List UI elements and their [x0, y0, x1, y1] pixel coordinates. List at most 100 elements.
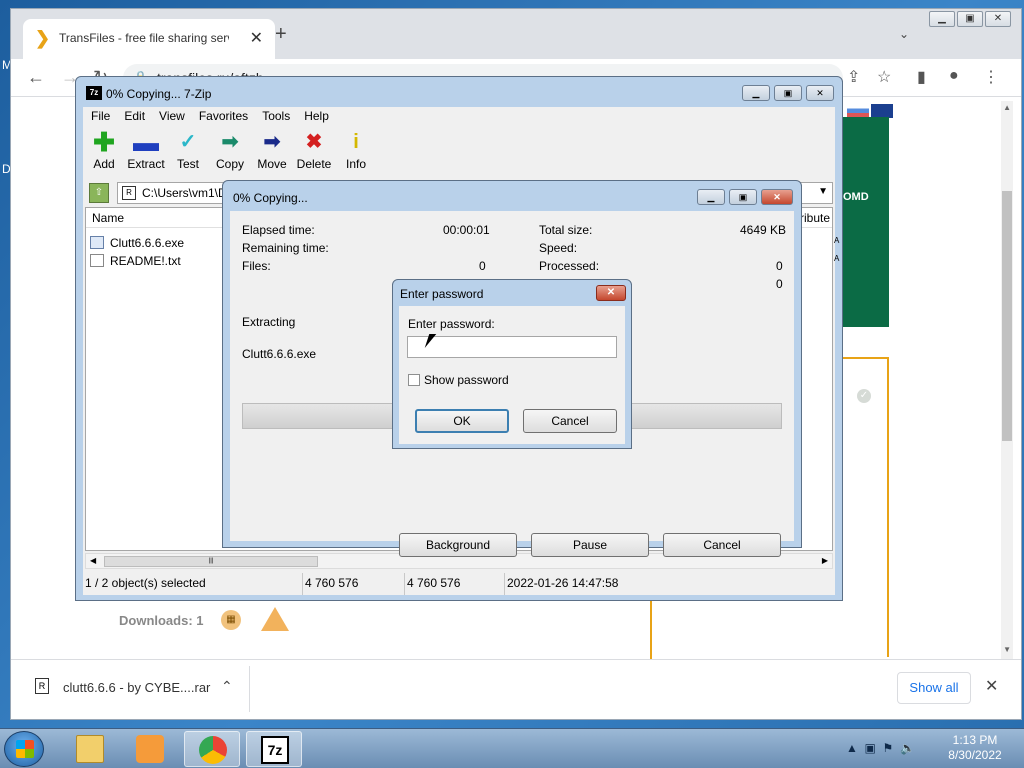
info-icon: i — [353, 131, 359, 153]
password-close-button[interactable]: ✕ — [596, 285, 626, 301]
password-input[interactable] — [407, 336, 617, 358]
windows-logo-icon — [16, 740, 34, 758]
minimize-button[interactable]: ▁ — [929, 11, 955, 27]
scroll-down-icon[interactable]: ▼ — [1003, 645, 1011, 654]
scroll-up-icon[interactable]: ▲ — [1003, 103, 1011, 112]
download-item[interactable]: R clutt6.6.6 - by CYBE....rar ⌃ — [31, 674, 251, 706]
divider — [249, 666, 250, 712]
maximize-button[interactable]: ▣ — [957, 11, 983, 27]
move-icon: ➡ — [263, 131, 281, 153]
background-button[interactable]: Background — [399, 533, 517, 557]
progress-close-button[interactable]: ✕ — [761, 189, 793, 205]
language-flag-icon[interactable] — [847, 104, 869, 118]
close-button[interactable]: ✕ — [985, 11, 1011, 27]
menu-edit[interactable]: Edit — [124, 109, 145, 123]
banner-text: OMD — [843, 191, 869, 203]
qr-code-icon[interactable]: ▦ — [221, 610, 241, 630]
dropdown-arrow-icon[interactable]: ▼ — [818, 186, 828, 197]
7zip-minimize-button[interactable]: ▁ — [742, 85, 770, 101]
profile-avatar-icon[interactable]: ● — [949, 67, 959, 85]
show-password-label[interactable]: Show password — [424, 373, 509, 387]
share-icon[interactable]: ⇪ — [847, 67, 860, 87]
side-panel-icon[interactable]: ▮ — [917, 67, 926, 87]
progress-maximize-button[interactable]: ▣ — [729, 189, 757, 205]
7zip-toolbar: ✚ Add ▬ Extract ✓ Test ➡ Copy ➡ Move ✖ D… — [83, 127, 835, 177]
start-button[interactable] — [4, 731, 44, 767]
current-file-label: Clutt6.6.6.exe — [242, 347, 317, 361]
extract-button[interactable]: ▬ Extract — [125, 127, 167, 171]
progress-minimize-button[interactable]: ▁ — [697, 189, 725, 205]
folder-up-icon[interactable]: ⇧ — [89, 183, 109, 203]
menu-help[interactable]: Help — [304, 109, 329, 123]
test-button[interactable]: ✓ Test — [167, 131, 209, 171]
chevron-up-icon[interactable]: ⌃ — [221, 678, 233, 695]
close-shelf-icon[interactable]: ✕ — [985, 676, 998, 696]
taskbar-7zip[interactable]: 7z — [246, 731, 302, 767]
transfiles-favicon-icon: ❯ — [35, 28, 51, 48]
scroll-right-icon[interactable]: ▶ — [822, 556, 828, 565]
menu-favorites[interactable]: Favorites — [199, 109, 248, 123]
new-tab-button[interactable]: + — [275, 23, 287, 46]
file-name: Clutt6.6.6.exe — [110, 236, 185, 250]
warning-icon[interactable] — [261, 607, 289, 631]
tab-close-icon[interactable]: ✕ — [250, 28, 263, 48]
add-button[interactable]: ✚ Add — [83, 127, 125, 171]
taskbar-explorer[interactable] — [62, 731, 118, 767]
remaining-label: Remaining time: — [242, 241, 329, 255]
extract-icon: ▬ — [133, 127, 159, 157]
back-icon[interactable]: ← — [27, 67, 45, 88]
taskbar: 7z ▲ ▣ ⚑ 🔈 1:13 PM 8/30/2022 — [0, 728, 1024, 768]
menu-tools[interactable]: Tools — [262, 109, 290, 123]
speed-label: Speed: — [539, 241, 578, 255]
add-icon: ✚ — [93, 127, 115, 157]
ok-button[interactable]: OK — [415, 409, 509, 433]
delete-button[interactable]: ✖ Delete — [293, 131, 335, 171]
7zip-maximize-button[interactable]: ▣ — [774, 85, 802, 101]
chrome-icon — [199, 736, 227, 764]
clock[interactable]: 1:13 PM 8/30/2022 — [944, 733, 1006, 763]
show-password-checkbox[interactable] — [408, 374, 420, 386]
password-cancel-button[interactable]: Cancel — [523, 409, 617, 433]
archive-icon: R — [122, 186, 136, 200]
cancel-button[interactable]: Cancel — [663, 533, 781, 557]
status-packed: 4 760 576 — [405, 573, 505, 595]
test-label: Test — [176, 157, 199, 171]
clock-time: 1:13 PM — [952, 733, 998, 747]
download-file-name: clutt6.6.6 - by CYBE....rar — [63, 680, 211, 695]
bookmark-star-icon[interactable]: ☆ — [877, 67, 891, 87]
column-name[interactable]: Name — [92, 211, 124, 225]
files-value: 0 — [479, 259, 486, 273]
info-label: Info — [345, 157, 366, 171]
page-scrollbar[interactable] — [1001, 101, 1013, 661]
copy-icon: ➡ — [221, 131, 239, 153]
7zip-window-controls: ▁ ▣ ✕ — [738, 85, 834, 101]
tab-search-icon[interactable]: ⌄ — [899, 27, 909, 41]
download-shelf: R clutt6.6.6 - by CYBE....rar ⌃ Show all… — [11, 659, 1021, 719]
7zip-status-bar: 1 / 2 object(s) selected 4 760 576 4 760… — [83, 573, 835, 595]
taskbar-media-player[interactable] — [122, 731, 178, 767]
scrollbar-thumb[interactable] — [1002, 191, 1012, 441]
hscroll-thumb[interactable]: ||| — [104, 556, 318, 567]
delete-label: Delete — [296, 157, 332, 171]
kebab-menu-icon[interactable]: ⋮ — [983, 67, 999, 87]
move-button[interactable]: ➡ Move — [251, 131, 293, 171]
pause-button[interactable]: Pause — [531, 533, 649, 557]
menu-file[interactable]: File — [91, 109, 110, 123]
green-banner: OMD — [843, 117, 889, 327]
show-all-button[interactable]: Show all — [897, 672, 971, 704]
7zip-title-bar[interactable]: 7z 0% Copying... 7-Zip ▁ ▣ ✕ — [76, 77, 842, 103]
7zip-close-button[interactable]: ✕ — [806, 85, 834, 101]
english-flag-icon[interactable] — [871, 104, 893, 118]
menu-view[interactable]: View — [159, 109, 185, 123]
password-label: Enter password: — [408, 317, 495, 331]
info-button[interactable]: i Info — [335, 131, 377, 171]
browser-tab[interactable]: ❯ TransFiles - free file sharing servi ✕ — [23, 19, 275, 59]
scroll-left-icon[interactable]: ◀ — [90, 556, 96, 565]
7zip-taskbar-icon: 7z — [261, 736, 289, 764]
taskbar-chrome[interactable] — [184, 731, 240, 767]
copy-button[interactable]: ➡ Copy — [209, 131, 251, 171]
orange-border — [843, 357, 889, 359]
7zip-menu-bar: File Edit View Favorites Tools Help — [83, 107, 835, 125]
downloads-count: Downloads: 1 — [119, 613, 204, 628]
system-tray-icons[interactable]: ▲ ▣ ⚑ 🔈 — [846, 741, 915, 755]
